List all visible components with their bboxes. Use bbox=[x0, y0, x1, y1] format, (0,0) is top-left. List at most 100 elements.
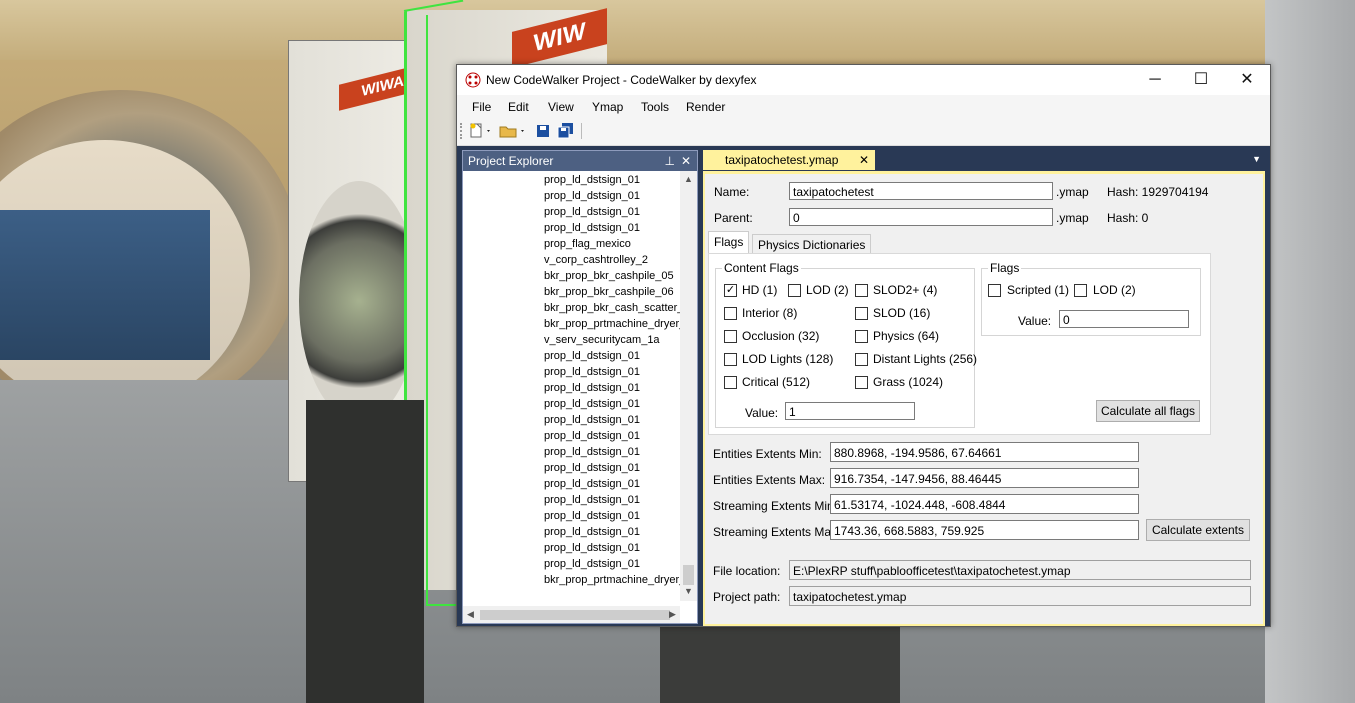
menu-view[interactable]: View bbox=[548, 100, 574, 114]
file-location-label: File location: bbox=[713, 564, 781, 578]
save-all-icon[interactable] bbox=[557, 123, 575, 139]
flags-value-input[interactable]: 0 bbox=[1059, 310, 1189, 328]
content-flag-checkbox[interactable] bbox=[724, 353, 737, 366]
calculate-extents-button[interactable]: Calculate extents bbox=[1146, 519, 1250, 541]
tab-flags[interactable]: Flags bbox=[708, 231, 750, 254]
new-project-icon[interactable] bbox=[469, 123, 493, 139]
tree-item[interactable]: prop_ld_dstsign_01 bbox=[544, 380, 680, 396]
tab-physics-dictionaries[interactable]: Physics Dictionaries bbox=[752, 234, 872, 254]
streaming-max-label: Streaming Extents Max: bbox=[713, 525, 841, 539]
pin-icon[interactable]: ⊥ bbox=[665, 151, 675, 171]
content-flag-checkbox[interactable]: ✓ bbox=[724, 284, 737, 297]
name-ext: .ymap bbox=[1056, 185, 1089, 199]
tree-item[interactable]: prop_ld_dstsign_01 bbox=[544, 444, 680, 460]
tree-item[interactable]: bkr_prop_bkr_cashpile_06 bbox=[544, 284, 680, 300]
content-flag-checkbox[interactable] bbox=[788, 284, 801, 297]
open-folder-icon[interactable] bbox=[499, 123, 527, 139]
tree-item[interactable]: prop_ld_dstsign_01 bbox=[544, 412, 680, 428]
tree-item[interactable]: prop_ld_dstsign_01 bbox=[544, 524, 680, 540]
content-flags-title: Content Flags bbox=[722, 261, 801, 275]
name-input[interactable]: taxipatochetest bbox=[789, 182, 1053, 200]
maximize-button[interactable]: ☐ bbox=[1178, 65, 1224, 95]
tree-item[interactable]: bkr_prop_prtmachine_dryer_ bbox=[544, 572, 680, 588]
close-panel-icon[interactable]: ✕ bbox=[681, 151, 691, 171]
tree-item[interactable]: prop_ld_dstsign_01 bbox=[544, 204, 680, 220]
tree-item[interactable]: prop_ld_dstsign_01 bbox=[544, 492, 680, 508]
tree-item[interactable]: prop_ld_dstsign_01 bbox=[544, 460, 680, 476]
tree-item[interactable]: bkr_prop_prtmachine_dryer_ bbox=[544, 316, 680, 332]
scroll-right-icon[interactable]: ▶ bbox=[669, 609, 676, 620]
save-icon[interactable] bbox=[535, 123, 551, 139]
tree-item[interactable]: prop_ld_dstsign_01 bbox=[544, 364, 680, 380]
content-flag-checkbox[interactable] bbox=[855, 353, 868, 366]
chevron-down-icon[interactable]: ▼ bbox=[1252, 154, 1261, 164]
tree-item[interactable]: prop_ld_dstsign_01 bbox=[544, 556, 680, 572]
menu-render[interactable]: Render bbox=[686, 100, 725, 114]
tree-item[interactable]: bkr_prop_bkr_cash_scatter_ bbox=[544, 300, 680, 316]
toolbar-separator bbox=[581, 123, 582, 139]
parent-hash: Hash: 0 bbox=[1107, 211, 1149, 225]
project-explorer-header: Project Explorer ⊥ ✕ bbox=[463, 151, 697, 171]
tree-item[interactable]: prop_ld_dstsign_01 bbox=[544, 540, 680, 556]
menu-ymap[interactable]: Ymap bbox=[592, 100, 623, 114]
scroll-down-icon[interactable]: ▼ bbox=[684, 586, 693, 596]
document-tab-label: taxipatochetest.ymap bbox=[725, 153, 839, 167]
content-flags-group: Content Flags ✓ HD (1) LOD (2) SLOD2+ (4) In… bbox=[715, 261, 977, 428]
project-path-field[interactable]: taxipatochetest.ymap bbox=[789, 586, 1251, 606]
tree-item[interactable]: prop_ld_dstsign_01 bbox=[544, 172, 680, 188]
tree-item[interactable]: bkr_prop_bkr_cashpile_05 bbox=[544, 268, 680, 284]
content-flag-checkbox[interactable] bbox=[724, 330, 737, 343]
streaming-min-input[interactable]: 61.53174, -1024.448, -608.4844 bbox=[830, 494, 1139, 514]
scroll-up-icon[interactable]: ▲ bbox=[684, 174, 693, 184]
menu-edit[interactable]: Edit bbox=[508, 100, 529, 114]
project-tree[interactable]: prop_ld_dstsign_01 prop_ld_dstsign_01 prop… bbox=[463, 171, 681, 601]
entities-min-input[interactable]: 880.8968, -194.9586, 67.64661 bbox=[830, 442, 1139, 462]
content-flag-checkbox[interactable] bbox=[724, 376, 737, 389]
content-flag-checkbox[interactable] bbox=[855, 284, 868, 297]
tree-item[interactable]: prop_ld_dstsign_01 bbox=[544, 348, 680, 364]
content-flag-checkbox[interactable] bbox=[855, 376, 868, 389]
scroll-thumb[interactable] bbox=[480, 610, 670, 620]
calculate-all-flags-button[interactable]: Calculate all flags bbox=[1096, 400, 1200, 422]
tree-item[interactable]: prop_ld_dstsign_01 bbox=[544, 220, 680, 236]
streaming-min-label: Streaming Extents Min: bbox=[713, 499, 838, 513]
ymap-editor: Name: taxipatochetest .ymap Hash: 192970… bbox=[703, 171, 1265, 626]
entities-max-input[interactable]: 916.7354, -147.9456, 88.46445 bbox=[830, 468, 1139, 488]
content-flag-label: SLOD2+ (4) bbox=[873, 283, 938, 297]
flag-checkbox[interactable] bbox=[1074, 284, 1087, 297]
flags-title: Flags bbox=[988, 261, 1022, 275]
content-flag-label: Grass (1024) bbox=[873, 375, 944, 389]
title-bar[interactable]: New CodeWalker Project - CodeWalker by d… bbox=[457, 65, 1270, 95]
brand-sign-large: WIW bbox=[512, 8, 607, 68]
content-flag-checkbox[interactable] bbox=[855, 330, 868, 343]
tree-item[interactable]: prop_ld_dstsign_01 bbox=[544, 188, 680, 204]
parent-input[interactable]: 0 bbox=[789, 208, 1053, 226]
name-label: Name: bbox=[714, 185, 750, 199]
tree-vertical-scrollbar[interactable]: ▲ ▼ bbox=[680, 171, 697, 601]
tree-item[interactable]: prop_ld_dstsign_01 bbox=[544, 508, 680, 524]
tree-item[interactable]: prop_ld_dstsign_01 bbox=[544, 396, 680, 412]
file-location-field[interactable]: E:\PlexRP stuff\pabloofficetest\taxipato… bbox=[789, 560, 1251, 580]
content-flags-value-input[interactable]: 1 bbox=[785, 402, 915, 420]
close-tab-icon[interactable]: ✕ bbox=[859, 150, 869, 170]
flag-checkbox[interactable] bbox=[988, 284, 1001, 297]
minimize-button[interactable]: ─ bbox=[1132, 65, 1178, 95]
tree-item[interactable]: prop_ld_dstsign_01 bbox=[544, 428, 680, 444]
tree-item[interactable]: v_corp_cashtrolley_2 bbox=[544, 252, 680, 268]
streaming-max-input[interactable]: 1743.36, 668.5883, 759.925 bbox=[830, 520, 1139, 540]
content-flag-checkbox[interactable] bbox=[724, 307, 737, 320]
tree-item[interactable]: v_serv_securitycam_1a bbox=[544, 332, 680, 348]
project-path-label: Project path: bbox=[713, 590, 781, 604]
scroll-thumb[interactable] bbox=[683, 565, 694, 585]
tree-horizontal-scrollbar[interactable]: ◀ ▶ bbox=[463, 606, 680, 623]
close-button[interactable]: ✕ bbox=[1224, 65, 1270, 95]
entities-min-label: Entities Extents Min: bbox=[713, 447, 822, 461]
tree-item[interactable]: prop_ld_dstsign_01 bbox=[544, 476, 680, 492]
document-tab[interactable]: taxipatochetest.ymap ✕ bbox=[703, 150, 875, 170]
tree-item[interactable]: prop_flag_mexico bbox=[544, 236, 680, 252]
toolbar-grip[interactable] bbox=[460, 123, 466, 139]
menu-file[interactable]: File bbox=[472, 100, 491, 114]
menu-tools[interactable]: Tools bbox=[641, 100, 669, 114]
content-flag-checkbox[interactable] bbox=[855, 307, 868, 320]
scroll-left-icon[interactable]: ◀ bbox=[467, 609, 474, 620]
